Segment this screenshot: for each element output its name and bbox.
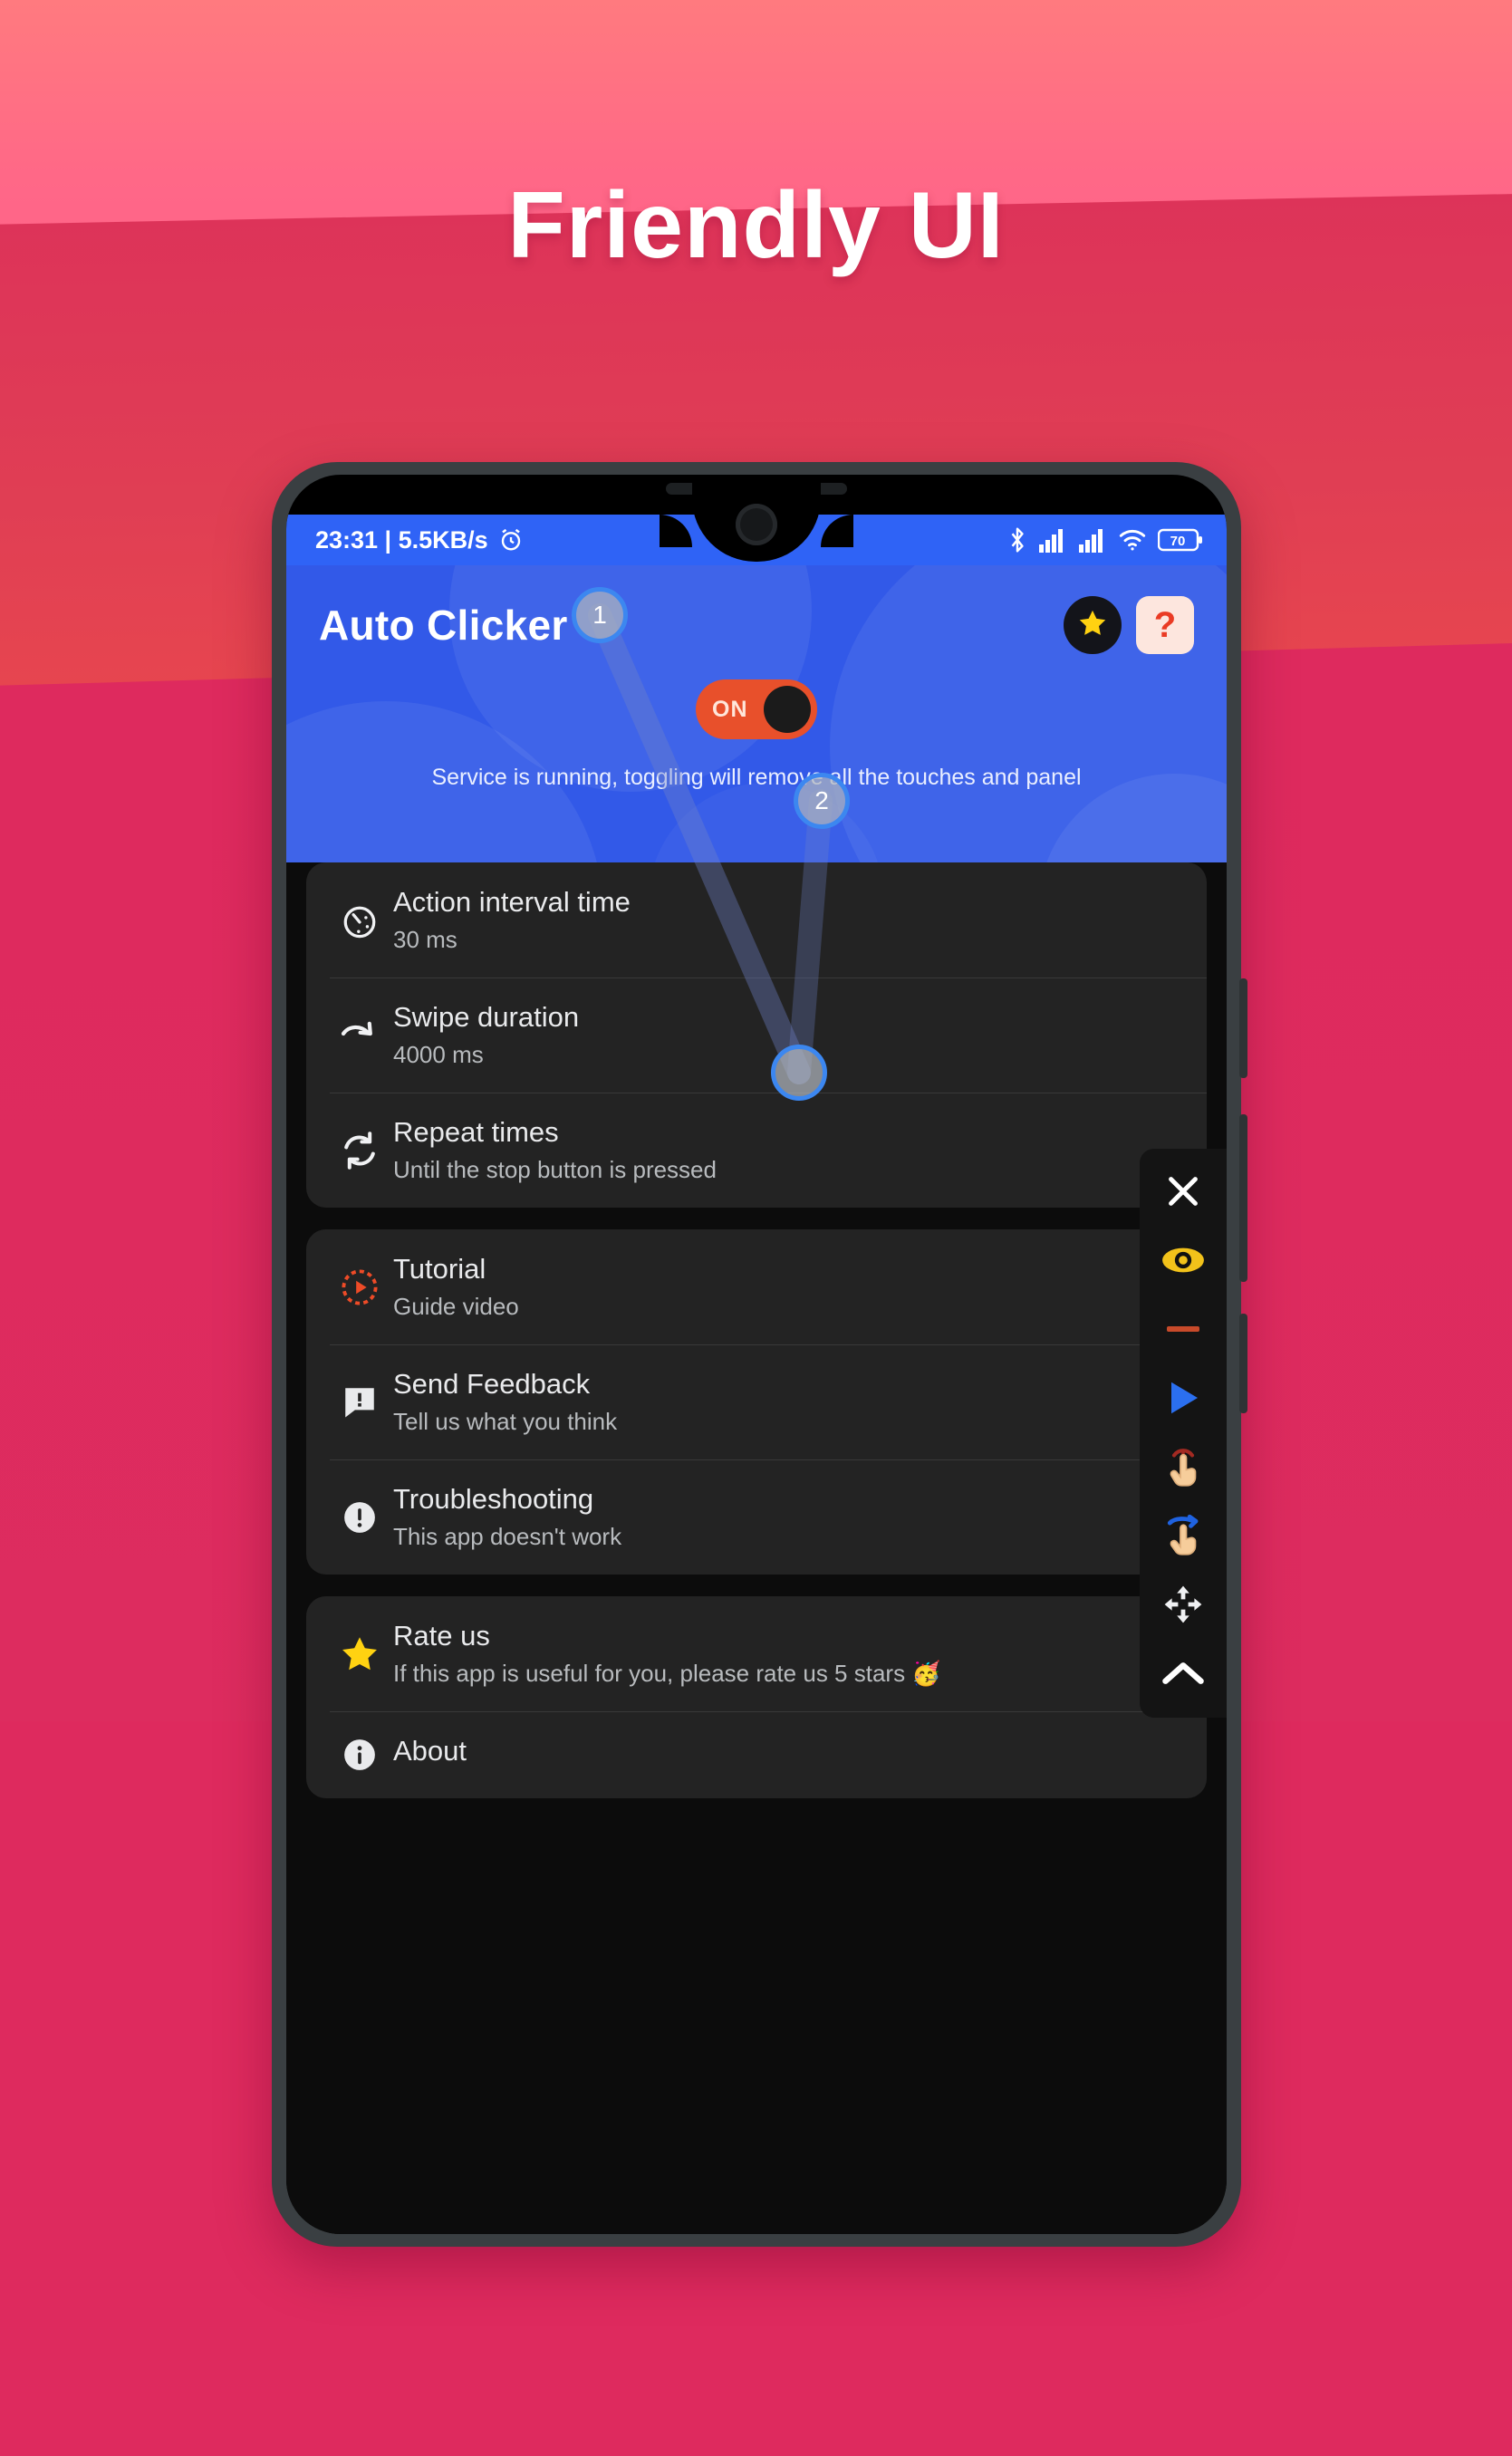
close-icon[interactable]: [1149, 1163, 1218, 1219]
phone-screen: 23:31 | 5.5KB/s 70 Auto Clicker ? ON Ser…: [286, 515, 1227, 2234]
help-button[interactable]: ?: [1136, 596, 1194, 654]
list-item[interactable]: Action interval time 30 ms: [306, 862, 1207, 978]
service-toggle[interactable]: ON: [696, 679, 817, 739]
list-item-text: About: [393, 1735, 467, 1775]
eye-icon[interactable]: [1149, 1232, 1218, 1288]
list-item-subtitle: Until the stop button is pressed: [393, 1156, 717, 1183]
service-status-text: Service is running, toggling will remove…: [431, 765, 1082, 790]
star-button[interactable]: [1064, 596, 1122, 654]
list-item-title: Swipe duration: [393, 1001, 580, 1033]
list-item-subtitle: This app doesn't work: [393, 1523, 622, 1550]
floating-control-panel: [1140, 1149, 1227, 1718]
list-item-title: Rate us: [393, 1620, 490, 1652]
service-toggle-knob: [764, 686, 811, 733]
poster-canvas: Friendly UI 23:31 | 5.5KB/s 70 Auto Clic…: [0, 0, 1512, 2456]
timer-icon: [326, 900, 393, 941]
minus-bar-icon[interactable]: [1149, 1301, 1218, 1357]
status-bar-left: 23:31 | 5.5KB/s: [315, 526, 525, 554]
settings-card: Action interval time 30 ms Swipe duratio…: [306, 862, 1207, 1208]
phone-side-button-volume-up: [1239, 978, 1247, 1078]
poster-headline: Friendly UI: [507, 173, 1005, 278]
svg-text:70: 70: [1170, 534, 1186, 549]
status-time-and-datarate: 23:31 | 5.5KB/s: [315, 525, 488, 554]
info-icon: [326, 1735, 393, 1775]
alarm-icon: [497, 526, 525, 554]
help-card: Tutorial Guide video Send Feedback Tell …: [306, 1229, 1207, 1575]
list-item-subtitle: Guide video: [393, 1293, 519, 1320]
warning-icon: [326, 1498, 393, 1537]
header-actions: ?: [1064, 596, 1194, 654]
list-item-subtitle: 30 ms: [393, 926, 457, 953]
repeat-icon: [326, 1129, 393, 1172]
list-item[interactable]: About: [306, 1711, 1207, 1798]
phone-side-button-volume-down: [1239, 1114, 1247, 1282]
list-item[interactable]: Rate us If this app is useful for you, p…: [306, 1596, 1207, 1711]
phone-mockup: 23:31 | 5.5KB/s 70 Auto Clicker ? ON Ser…: [272, 462, 1247, 2247]
service-toggle-wrap: ON: [286, 679, 1227, 739]
swipe-arrow-icon: [326, 1014, 393, 1057]
chevron-up-icon[interactable]: [1149, 1645, 1218, 1701]
star-icon: [1076, 607, 1109, 644]
signal-bars-icon: [1078, 527, 1107, 553]
app-header: Auto Clicker ? ON Service is running, to…: [286, 565, 1227, 862]
wifi-icon: [1118, 527, 1147, 553]
play-icon[interactable]: [1149, 1370, 1218, 1426]
list-item-text: Repeat times Until the stop button is pr…: [393, 1116, 717, 1184]
list-item-title: Action interval time: [393, 886, 631, 918]
battery-icon: 70: [1158, 527, 1203, 553]
status-bar-right: 70: [1007, 526, 1203, 554]
list-item[interactable]: Send Feedback Tell us what you think: [306, 1344, 1207, 1459]
list-item-text: Tutorial Guide video: [393, 1253, 519, 1321]
list-item-title: About: [393, 1735, 467, 1767]
move-arrows-icon[interactable]: [1149, 1576, 1218, 1633]
list-item-text: Action interval time 30 ms: [393, 886, 631, 954]
star-icon: [326, 1633, 393, 1676]
tap-hand-icon[interactable]: [1149, 1439, 1218, 1495]
phone-bezel: 23:31 | 5.5KB/s 70 Auto Clicker ? ON Ser…: [286, 475, 1227, 2234]
play-circle-icon: [326, 1267, 393, 1308]
front-camera: [736, 504, 777, 545]
app-title: Auto Clicker: [319, 602, 568, 649]
about-card: Rate us If this app is useful for you, p…: [306, 1596, 1207, 1798]
list-item-subtitle: If this app is useful for you, please ra…: [393, 1660, 941, 1687]
list-item-text: Rate us If this app is useful for you, p…: [393, 1620, 941, 1688]
header-top-row: Auto Clicker ?: [286, 565, 1227, 654]
swipe-hand-icon[interactable]: [1149, 1507, 1218, 1564]
list-item-subtitle: 4000 ms: [393, 1041, 484, 1068]
list-item[interactable]: Repeat times Until the stop button is pr…: [306, 1093, 1207, 1208]
list-item-subtitle: Tell us what you think: [393, 1408, 618, 1435]
list-item-title: Repeat times: [393, 1116, 559, 1148]
list-item[interactable]: Troubleshooting This app doesn't work: [306, 1459, 1207, 1575]
list-item-text: Troubleshooting This app doesn't work: [393, 1483, 621, 1551]
settings-content: Action interval time 30 ms Swipe duratio…: [286, 862, 1227, 1798]
signal-bars-icon: [1038, 527, 1067, 553]
feedback-icon: [326, 1382, 393, 1422]
list-item-title: Send Feedback: [393, 1368, 591, 1400]
list-item-text: Swipe duration 4000 ms: [393, 1001, 579, 1069]
phone-side-button-power: [1239, 1314, 1247, 1413]
bluetooth-icon: [1007, 526, 1027, 554]
question-mark-icon: ?: [1153, 604, 1177, 645]
list-item-title: Troubleshooting: [393, 1483, 594, 1515]
list-item-title: Tutorial: [393, 1253, 486, 1285]
list-item[interactable]: Tutorial Guide video: [306, 1229, 1207, 1344]
list-item-text: Send Feedback Tell us what you think: [393, 1368, 617, 1436]
service-toggle-label: ON: [712, 696, 748, 722]
list-item[interactable]: Swipe duration 4000 ms: [306, 978, 1207, 1093]
